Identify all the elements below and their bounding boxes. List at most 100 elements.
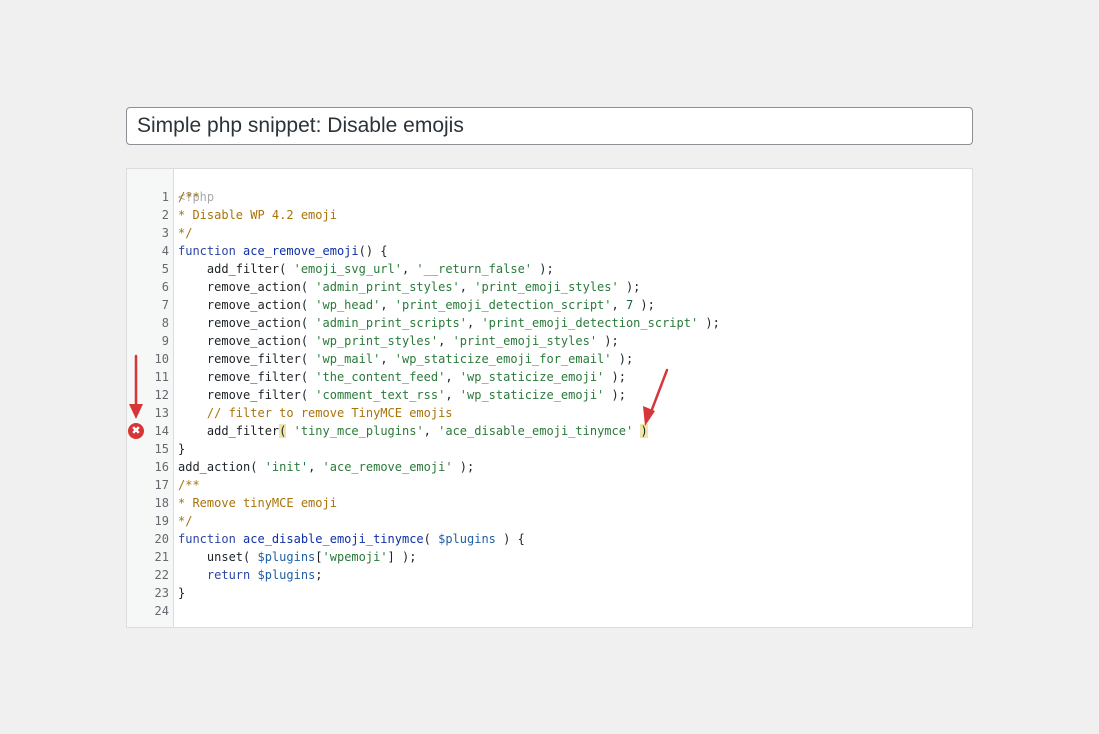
line-number: 21 bbox=[154, 550, 169, 564]
line-code: add_action( 'init', 'ace_remove_emoji' )… bbox=[178, 458, 474, 476]
code-token: , bbox=[459, 280, 475, 294]
code-token: ); bbox=[604, 370, 626, 384]
code-line: 9 remove_action( 'wp_print_styles', 'pri… bbox=[127, 332, 972, 350]
line-code: */ bbox=[178, 224, 192, 242]
line-code: remove_filter( 'comment_text_rss', 'wp_s… bbox=[178, 386, 626, 404]
code-token: 'tiny_mce_plugins' bbox=[293, 424, 424, 438]
code-token: 'wp_head' bbox=[315, 298, 381, 312]
code-token: 'print_emoji_detection_script' bbox=[481, 316, 699, 330]
code-line: 16 add_action( 'init', 'ace_remove_emoji'… bbox=[127, 458, 972, 476]
code-token: */ bbox=[178, 514, 193, 528]
code-line: 12 remove_filter( 'comment_text_rss', 'w… bbox=[127, 386, 972, 404]
line-code: function ace_disable_emoji_tinymce( $plu… bbox=[178, 530, 525, 548]
code-token: , bbox=[445, 370, 460, 384]
line-number: 1 bbox=[161, 190, 169, 204]
code-line: 1 /** bbox=[127, 188, 972, 206]
code-line: 4 function ace_remove_emoji() { bbox=[127, 242, 972, 260]
line-number: 7 bbox=[161, 298, 169, 312]
code-token: */ bbox=[178, 226, 193, 240]
line-code: unset( $plugins['wpemoji'] ); bbox=[178, 548, 417, 566]
code-line: 20 function ace_disable_emoji_tinymce( $p… bbox=[127, 530, 972, 548]
code-line: 6 remove_action( 'admin_print_styles', '… bbox=[127, 278, 972, 296]
code-line: 10 remove_filter( 'wp_mail', 'wp_statici… bbox=[127, 350, 972, 368]
code-token: ; bbox=[315, 568, 323, 582]
code-line: 2 * Disable WP 4.2 emoji bbox=[127, 206, 972, 224]
code-token: 'wp_staticize_emoji' bbox=[459, 370, 605, 384]
code-token: /** bbox=[178, 478, 200, 492]
line-code: * Remove tinyMCE emoji bbox=[178, 494, 337, 512]
code-line: 7 remove_action( 'wp_head', 'print_emoji… bbox=[127, 296, 972, 314]
code-line: 3 */ bbox=[127, 224, 972, 242]
line-number: 5 bbox=[161, 262, 169, 276]
code-line: 22 return $plugins; bbox=[127, 566, 972, 584]
line-code: function ace_remove_emoji() { bbox=[178, 242, 388, 260]
code-token: remove_action( bbox=[178, 298, 316, 312]
code-line: 17 /** bbox=[127, 476, 972, 494]
code-token: /** bbox=[178, 190, 200, 204]
code-token: , bbox=[611, 298, 626, 312]
code-token: ); bbox=[597, 334, 619, 348]
line-code: /** bbox=[178, 188, 200, 206]
code-token: ace_remove_emoji bbox=[243, 244, 359, 258]
line-number: 8 bbox=[161, 316, 169, 330]
code-token: * Remove tinyMCE emoji bbox=[178, 496, 337, 510]
code-line: 19 */ bbox=[127, 512, 972, 530]
code-area[interactable]: <?php 1 /** 2 * Disable WP 4.2 emoji 3 */ 4 fun… bbox=[127, 169, 972, 627]
line-code: * Disable WP 4.2 emoji bbox=[178, 206, 337, 224]
line-code: } bbox=[178, 440, 185, 458]
code-line: 13 // filter to remove TinyMCE emojis bbox=[127, 404, 972, 422]
line-code: } bbox=[178, 584, 185, 602]
code-token: ); bbox=[618, 280, 641, 294]
code-token: ace_disable_emoji_tinymce bbox=[243, 532, 424, 546]
code-token: $plugins bbox=[257, 550, 316, 564]
code-token: function bbox=[178, 532, 236, 546]
code-token: remove_action( bbox=[178, 334, 316, 348]
line-number: 10 bbox=[154, 352, 169, 366]
line-code: remove_filter( 'wp_mail', 'wp_staticize_… bbox=[178, 350, 633, 368]
code-token: , bbox=[380, 352, 395, 366]
code-token: 'emoji_svg_url' bbox=[293, 262, 402, 276]
code-token: 'wp_print_styles' bbox=[315, 334, 439, 348]
code-token: remove_action( bbox=[178, 316, 316, 330]
code-token: * Disable WP 4.2 emoji bbox=[178, 208, 337, 222]
line-code: */ bbox=[178, 512, 192, 530]
code-token: return bbox=[206, 568, 251, 582]
code-token: 'wpemoji' bbox=[322, 550, 388, 564]
code-token: $plugins bbox=[438, 532, 496, 546]
line-number: 18 bbox=[154, 496, 169, 510]
code-token: ); bbox=[698, 316, 720, 330]
line-number: 17 bbox=[154, 478, 169, 492]
code-token: ); bbox=[611, 352, 634, 366]
code-token: remove_filter( bbox=[178, 352, 316, 366]
code-line: 5 add_filter( 'emoji_svg_url', '__return… bbox=[127, 260, 972, 278]
code-editor[interactable]: <?php 1 /** 2 * Disable WP 4.2 emoji 3 */ 4 fun… bbox=[126, 168, 973, 628]
code-token: 'ace_disable_emoji_tinymce' bbox=[438, 424, 634, 438]
code-token: function bbox=[178, 244, 236, 258]
code-token: 'the_content_feed' bbox=[315, 370, 446, 384]
code-token: , bbox=[401, 262, 417, 276]
error-icon[interactable]: ✖ bbox=[128, 423, 144, 439]
code-token: ] ); bbox=[387, 550, 417, 564]
code-token: 'wp_staticize_emoji_for_email' bbox=[394, 352, 612, 366]
code-line: 24 bbox=[127, 602, 972, 620]
line-number: 4 bbox=[161, 244, 169, 258]
code-line: 8 remove_action( 'admin_print_scripts', … bbox=[127, 314, 972, 332]
line-code: remove_action( 'wp_print_styles', 'print… bbox=[178, 332, 619, 350]
code-token: 'print_emoji_detection_script' bbox=[394, 298, 612, 312]
code-token: 'ace_remove_emoji' bbox=[322, 460, 453, 474]
code-token: } bbox=[178, 586, 186, 600]
code-token: 'init' bbox=[264, 460, 309, 474]
code-token: } bbox=[178, 442, 186, 456]
code-token: add_filter( bbox=[178, 262, 294, 276]
line-number: 3 bbox=[161, 226, 169, 240]
line-number: 9 bbox=[161, 334, 169, 348]
snippet-title-input[interactable] bbox=[126, 107, 973, 145]
line-number: 13 bbox=[154, 406, 169, 420]
line-code: // filter to remove TinyMCE emojis bbox=[178, 404, 453, 422]
code-token: $plugins bbox=[257, 568, 316, 582]
line-number: 19 bbox=[154, 514, 169, 528]
line-code: remove_action( 'admin_print_scripts', 'p… bbox=[178, 314, 720, 332]
line-code: /** bbox=[178, 476, 200, 494]
code-token: remove_action( bbox=[178, 280, 316, 294]
